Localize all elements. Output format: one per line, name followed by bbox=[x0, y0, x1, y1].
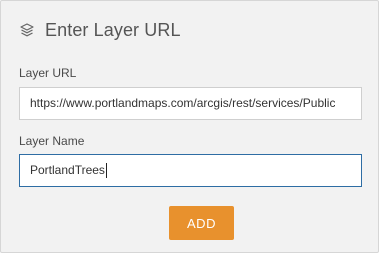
add-layer-panel: Enter Layer URL Layer URL https://www.po… bbox=[0, 0, 379, 253]
panel-header: Enter Layer URL bbox=[19, 18, 181, 42]
layer-url-value: https://www.portlandmaps.com/arcgis/rest… bbox=[30, 96, 336, 110]
text-cursor bbox=[105, 163, 107, 178]
add-button[interactable]: ADD bbox=[169, 206, 234, 240]
layer-url-label: Layer URL bbox=[19, 66, 77, 80]
panel-title: Enter Layer URL bbox=[45, 19, 181, 40]
layer-name-value: PortlandTrees bbox=[30, 163, 105, 177]
layer-name-input[interactable]: PortlandTrees bbox=[19, 154, 362, 187]
layer-url-input[interactable]: https://www.portlandmaps.com/arcgis/rest… bbox=[19, 87, 362, 120]
layers-icon bbox=[19, 22, 35, 38]
layer-name-label: Layer Name bbox=[19, 134, 85, 148]
